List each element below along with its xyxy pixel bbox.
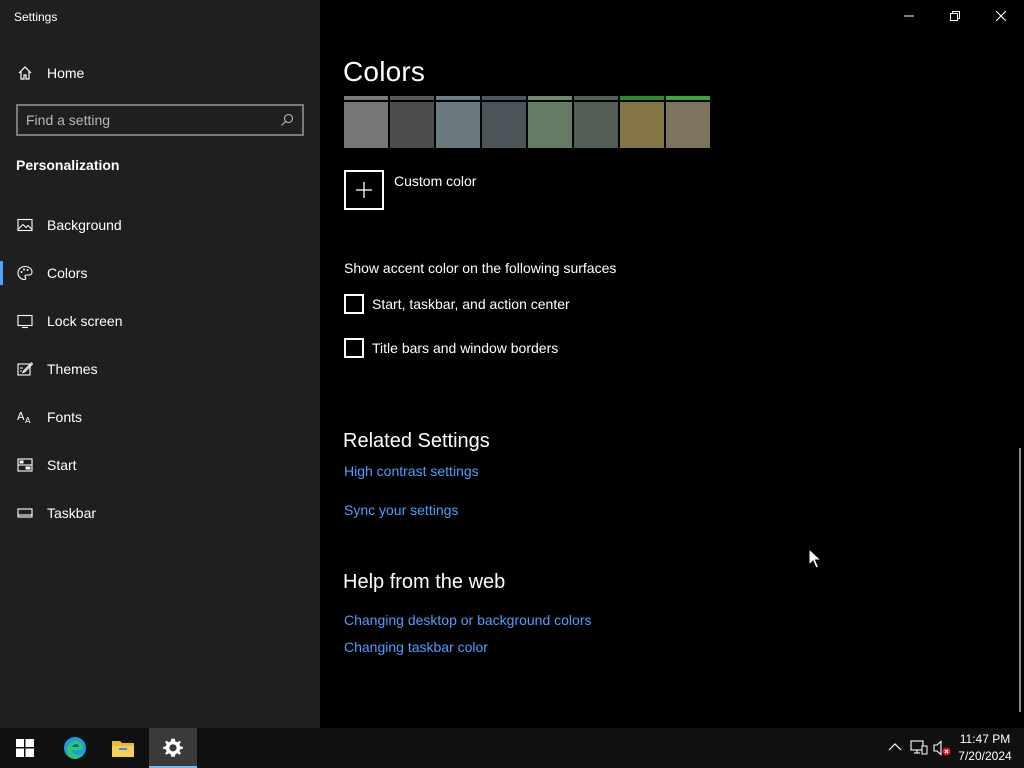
- color-swatch[interactable]: [528, 96, 572, 148]
- search-box[interactable]: [16, 104, 304, 136]
- home-icon: [17, 65, 33, 81]
- home-nav-item[interactable]: Home: [0, 53, 320, 93]
- network-icon[interactable]: [910, 740, 928, 756]
- plus-icon: [356, 182, 372, 198]
- sidebar-item-colors[interactable]: Colors: [0, 253, 320, 293]
- settings-gear-icon: [163, 738, 183, 757]
- taskbar: 11:47 PM 7/20/2024: [0, 728, 1024, 768]
- checkbox-label[interactable]: Title bars and window borders: [372, 340, 558, 356]
- volume-muted-icon[interactable]: [933, 740, 951, 756]
- minimize-icon: [904, 15, 914, 17]
- sidebar: Settings Home Personalization Background…: [0, 0, 320, 728]
- clock[interactable]: 11:47 PM 7/20/2024: [955, 731, 1015, 765]
- search-icon[interactable]: [280, 113, 294, 127]
- mouse-cursor-icon: [808, 548, 822, 569]
- close-icon: [996, 11, 1006, 21]
- edge-button[interactable]: [51, 728, 99, 768]
- home-label: Home: [47, 65, 85, 81]
- color-swatch[interactable]: [436, 96, 480, 148]
- accent-surfaces-heading: Show accent color on the following surfa…: [344, 260, 617, 276]
- custom-color-label[interactable]: Custom color: [394, 173, 476, 189]
- close-button[interactable]: [978, 0, 1024, 32]
- sidebar-item-lock-screen[interactable]: Lock screen: [0, 301, 320, 341]
- minimize-button[interactable]: [886, 0, 932, 32]
- help-web-heading: Help from the web: [343, 571, 506, 593]
- app-title: Settings: [14, 10, 58, 24]
- sidebar-item-label: Start: [47, 457, 77, 473]
- sidebar-item-label: Taskbar: [47, 505, 97, 521]
- title-bars-checkbox[interactable]: [344, 338, 364, 358]
- sidebar-item-label: Lock screen: [47, 313, 123, 329]
- color-swatch[interactable]: [666, 96, 710, 148]
- clock-time: 11:47 PM: [959, 732, 1011, 746]
- start-icon: [17, 457, 33, 473]
- color-swatch[interactable]: [620, 96, 664, 148]
- start-button[interactable]: [0, 728, 48, 768]
- file-explorer-icon: [112, 741, 134, 757]
- scrollbar-thumb[interactable]: [1019, 448, 1021, 712]
- sidebar-item-fonts[interactable]: AA Fonts: [0, 397, 320, 437]
- sidebar-item-label: Colors: [47, 265, 88, 281]
- color-swatch[interactable]: [574, 96, 618, 148]
- sidebar-item-label: Background: [47, 217, 122, 233]
- settings-taskbar-button[interactable]: [149, 728, 197, 768]
- svg-text:A: A: [17, 410, 25, 423]
- sidebar-item-background[interactable]: Background: [0, 205, 320, 245]
- sidebar-item-themes[interactable]: Themes: [0, 349, 320, 389]
- related-settings-heading: Related Settings: [343, 430, 490, 452]
- fonts-icon: AA: [17, 409, 33, 425]
- lock-screen-icon: [17, 313, 33, 329]
- desktop-colors-link[interactable]: Changing desktop or background colors: [344, 612, 592, 628]
- sidebar-item-label: Fonts: [47, 409, 83, 425]
- taskbar-color-link[interactable]: Changing taskbar color: [344, 639, 488, 655]
- picture-icon: [17, 217, 33, 233]
- clock-date: 7/20/2024: [958, 749, 1012, 763]
- search-input[interactable]: [26, 111, 266, 129]
- palette-icon: [17, 265, 33, 281]
- brush-icon: [17, 361, 33, 377]
- restore-icon: [950, 11, 960, 21]
- section-label: Personalization: [16, 157, 120, 173]
- file-explorer-button[interactable]: [99, 728, 147, 768]
- windows-start-icon: [16, 739, 34, 757]
- checkbox-label[interactable]: Start, taskbar, and action center: [372, 296, 570, 312]
- page-title: Colors: [343, 56, 426, 87]
- sidebar-item-start[interactable]: Start: [0, 445, 320, 485]
- sidebar-item-taskbar[interactable]: Taskbar: [0, 493, 320, 533]
- start-taskbar-checkbox[interactable]: [344, 294, 364, 314]
- sync-settings-link[interactable]: Sync your settings: [344, 502, 458, 518]
- color-swatch[interactable]: [344, 96, 388, 148]
- accent-color-swatches: [344, 96, 712, 148]
- sidebar-item-label: Themes: [47, 361, 98, 377]
- taskbar-icon: [17, 505, 33, 521]
- edge-icon: [64, 737, 86, 759]
- custom-color-button[interactable]: [344, 170, 384, 210]
- high-contrast-link[interactable]: High contrast settings: [344, 463, 479, 479]
- restore-button[interactable]: [932, 0, 978, 32]
- svg-text:A: A: [25, 416, 31, 425]
- chevron-up-icon[interactable]: [888, 740, 902, 754]
- color-swatch[interactable]: [390, 96, 434, 148]
- color-swatch[interactable]: [482, 96, 526, 148]
